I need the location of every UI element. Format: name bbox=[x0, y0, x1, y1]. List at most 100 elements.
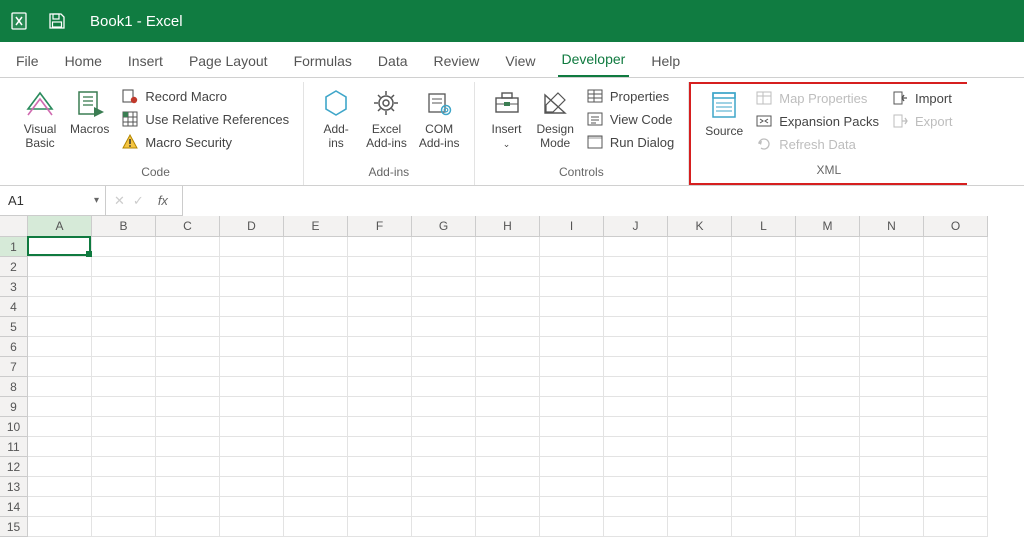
cell[interactable] bbox=[540, 417, 604, 437]
cell[interactable] bbox=[732, 257, 796, 277]
save-button[interactable] bbox=[46, 10, 68, 32]
cell[interactable] bbox=[284, 297, 348, 317]
fx-icon[interactable]: fx bbox=[152, 193, 174, 208]
cell[interactable] bbox=[156, 457, 220, 477]
cell[interactable] bbox=[668, 337, 732, 357]
cell[interactable] bbox=[476, 497, 540, 517]
cell[interactable] bbox=[92, 477, 156, 497]
com-addins-button[interactable]: COM Add-ins bbox=[413, 84, 466, 152]
cell[interactable] bbox=[732, 457, 796, 477]
cell[interactable] bbox=[668, 457, 732, 477]
cell[interactable] bbox=[28, 457, 92, 477]
cell[interactable] bbox=[732, 337, 796, 357]
column-header[interactable]: M bbox=[796, 216, 860, 237]
cell[interactable] bbox=[540, 377, 604, 397]
chevron-down-icon[interactable]: ▾ bbox=[94, 195, 99, 206]
cell[interactable] bbox=[284, 417, 348, 437]
row-header[interactable]: 8 bbox=[0, 377, 28, 397]
cell[interactable] bbox=[604, 377, 668, 397]
row-header[interactable]: 11 bbox=[0, 437, 28, 457]
cell[interactable] bbox=[348, 237, 412, 257]
column-header[interactable]: H bbox=[476, 216, 540, 237]
cell[interactable] bbox=[284, 317, 348, 337]
cell[interactable] bbox=[156, 377, 220, 397]
cell[interactable] bbox=[220, 417, 284, 437]
cell[interactable] bbox=[860, 477, 924, 497]
import-button[interactable]: Import bbox=[889, 88, 955, 108]
cell[interactable] bbox=[668, 297, 732, 317]
cell[interactable] bbox=[796, 457, 860, 477]
cell[interactable] bbox=[540, 237, 604, 257]
cell[interactable] bbox=[156, 397, 220, 417]
cell[interactable] bbox=[28, 377, 92, 397]
cell[interactable] bbox=[540, 257, 604, 277]
cell[interactable] bbox=[92, 517, 156, 537]
cell[interactable] bbox=[28, 497, 92, 517]
cell[interactable] bbox=[604, 477, 668, 497]
column-header[interactable]: N bbox=[860, 216, 924, 237]
cell[interactable] bbox=[92, 337, 156, 357]
cell[interactable] bbox=[476, 517, 540, 537]
row-header[interactable]: 10 bbox=[0, 417, 28, 437]
row-header[interactable]: 3 bbox=[0, 277, 28, 297]
cell[interactable] bbox=[284, 377, 348, 397]
cell[interactable] bbox=[540, 357, 604, 377]
row-header[interactable]: 2 bbox=[0, 257, 28, 277]
cell[interactable] bbox=[220, 257, 284, 277]
cell[interactable] bbox=[732, 277, 796, 297]
view-code-button[interactable]: View Code bbox=[584, 109, 676, 129]
cell[interactable] bbox=[668, 317, 732, 337]
macro-security-button[interactable]: Macro Security bbox=[119, 132, 291, 152]
cell[interactable] bbox=[412, 297, 476, 317]
cell[interactable] bbox=[796, 257, 860, 277]
cell[interactable] bbox=[604, 317, 668, 337]
cell[interactable] bbox=[732, 357, 796, 377]
cell[interactable] bbox=[668, 517, 732, 537]
cell[interactable] bbox=[796, 297, 860, 317]
cell[interactable] bbox=[156, 257, 220, 277]
cell[interactable] bbox=[92, 277, 156, 297]
cell[interactable] bbox=[604, 497, 668, 517]
cell[interactable] bbox=[796, 377, 860, 397]
cell[interactable] bbox=[284, 497, 348, 517]
cell[interactable] bbox=[924, 517, 988, 537]
cell[interactable] bbox=[604, 337, 668, 357]
column-header[interactable]: I bbox=[540, 216, 604, 237]
cell[interactable] bbox=[860, 317, 924, 337]
cell[interactable] bbox=[284, 237, 348, 257]
cell[interactable] bbox=[348, 257, 412, 277]
column-header[interactable]: A bbox=[28, 216, 92, 237]
cell[interactable] bbox=[732, 497, 796, 517]
cell[interactable] bbox=[796, 237, 860, 257]
cell[interactable] bbox=[476, 377, 540, 397]
cell[interactable] bbox=[924, 237, 988, 257]
cell[interactable] bbox=[540, 497, 604, 517]
cell[interactable] bbox=[156, 317, 220, 337]
cell[interactable] bbox=[668, 497, 732, 517]
row-header[interactable]: 15 bbox=[0, 517, 28, 537]
cell[interactable] bbox=[92, 237, 156, 257]
cell[interactable] bbox=[924, 417, 988, 437]
cell[interactable] bbox=[348, 277, 412, 297]
cell[interactable] bbox=[28, 317, 92, 337]
use-relative-references-button[interactable]: Use Relative References bbox=[119, 109, 291, 129]
cell[interactable] bbox=[412, 397, 476, 417]
name-box[interactable]: A1 ▾ bbox=[0, 186, 106, 216]
cell[interactable] bbox=[476, 477, 540, 497]
cell[interactable] bbox=[284, 397, 348, 417]
cell[interactable] bbox=[156, 357, 220, 377]
tab-file[interactable]: File bbox=[12, 49, 43, 77]
cell[interactable] bbox=[92, 297, 156, 317]
cell[interactable] bbox=[796, 277, 860, 297]
tab-formulas[interactable]: Formulas bbox=[290, 49, 356, 77]
cell[interactable] bbox=[284, 277, 348, 297]
properties-button[interactable]: Properties bbox=[584, 86, 676, 106]
column-header[interactable]: B bbox=[92, 216, 156, 237]
cell[interactable] bbox=[924, 257, 988, 277]
cell[interactable] bbox=[156, 437, 220, 457]
cell[interactable] bbox=[412, 257, 476, 277]
cell[interactable] bbox=[348, 417, 412, 437]
cell[interactable] bbox=[348, 297, 412, 317]
tab-view[interactable]: View bbox=[501, 49, 539, 77]
cell[interactable] bbox=[540, 317, 604, 337]
